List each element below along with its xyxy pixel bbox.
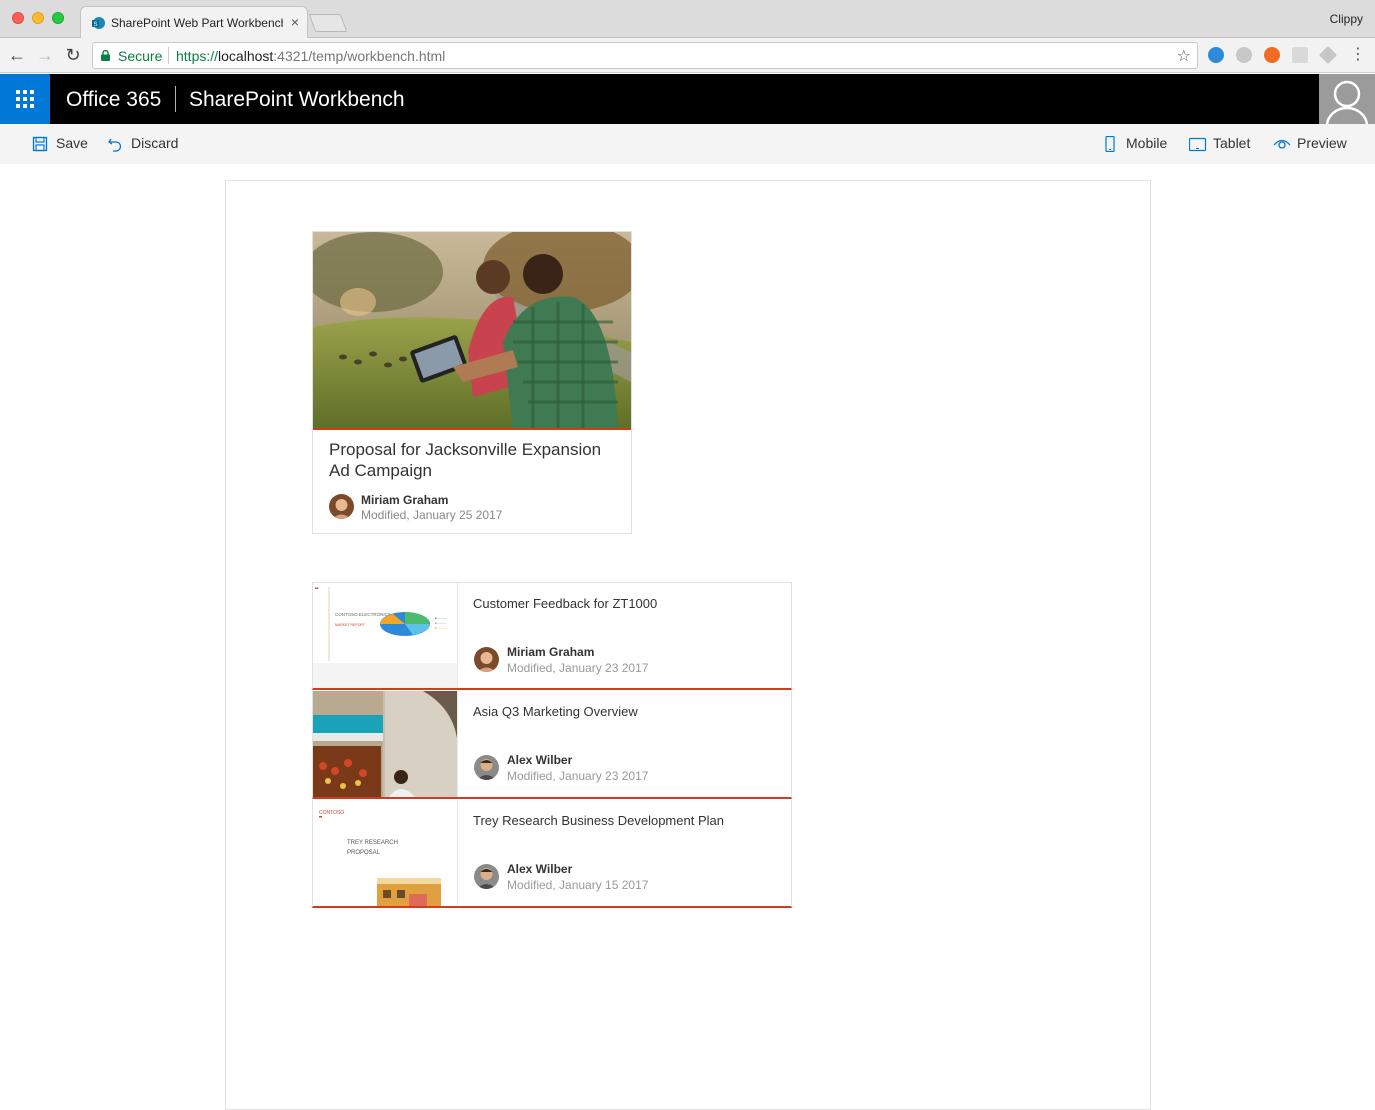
browser-profile-name[interactable]: Clippy <box>1330 12 1363 26</box>
thumb-text: CONTOSO ELECTRONICS <box>335 612 391 617</box>
browser-menu-icon[interactable]: ⋮ <box>1350 46 1366 64</box>
document-preview-image <box>313 232 631 430</box>
document-thumbnail <box>313 691 458 797</box>
drive-extension-icon[interactable] <box>1318 45 1338 65</box>
svg-text:PROPOSAL: PROPOSAL <box>347 850 381 856</box>
modified-date: Modified, January 23 2017 <box>507 769 649 783</box>
compact-document-card[interactable]: ■■ CONTOSO ELECTRONICS MARKET REPORT ■ ─… <box>312 582 792 690</box>
address-bar[interactable]: Secure https://localhost:4321/temp/workb… <box>92 42 1198 69</box>
modified-date: Modified, January 23 2017 <box>507 661 649 675</box>
user-placeholder-icon <box>1325 80 1369 124</box>
app-launcher-waffle-icon[interactable] <box>0 74 50 124</box>
author-avatar <box>474 755 499 780</box>
forward-button[interactable]: → <box>34 44 56 66</box>
compact-document-card[interactable]: CONTOSO TREY RESEARCH PROPOSAL Trey Rese… <box>312 800 792 908</box>
secure-label: Secure <box>118 48 163 64</box>
reload-button[interactable]: ↻ <box>62 44 84 66</box>
browser-tab-active[interactable]: S SharePoint Web Part Workbench × <box>80 6 308 39</box>
new-tab-button[interactable] <box>308 14 348 32</box>
url-separator <box>168 47 169 64</box>
app-title: SharePoint Workbench <box>189 88 405 111</box>
sharepoint-favicon-icon: S <box>92 17 105 29</box>
compact-card-title[interactable]: Trey Research Business Development Plan <box>473 813 724 828</box>
save-label: Save <box>56 135 88 151</box>
author-avatar <box>329 494 354 519</box>
bookmark-star-icon[interactable]: ☆ <box>1177 46 1191 66</box>
thumb-subtext: MARKET REPORT <box>335 623 366 627</box>
undo-icon <box>108 138 122 152</box>
document-thumbnail: ■■ CONTOSO ELECTRONICS MARKET REPORT ■ ─… <box>313 583 458 688</box>
url-host: localhost <box>218 48 274 64</box>
discard-label: Discard <box>131 135 179 151</box>
compact-document-card[interactable]: Asia Q3 Marketing Overview Alex Wilber M… <box>312 691 792 799</box>
svg-text:■ ────: ■ ──── <box>435 621 447 625</box>
author-name: Alex Wilber <box>507 862 573 876</box>
author-name: Miriam Graham <box>507 645 595 659</box>
modified-date: Modified, January 15 2017 <box>507 878 649 892</box>
svg-text:■ ────: ■ ──── <box>435 616 447 620</box>
svg-text:■■: ■■ <box>315 586 319 590</box>
zoom-window-button[interactable] <box>52 12 64 24</box>
document-title[interactable]: Proposal for Jacksonville Expansion Ad C… <box>329 439 619 481</box>
url-path: :4321/temp/workbench.html <box>273 48 446 64</box>
suite-bar: Office 365 SharePoint Workbench <box>0 74 1375 124</box>
office-365-brand[interactable]: Office 365 <box>66 88 161 112</box>
browser-tab-bar: S SharePoint Web Part Workbench × Clippy <box>0 0 1375 39</box>
tab-title: SharePoint Web Part Workbench <box>111 16 283 30</box>
document-card[interactable]: Proposal for Jacksonville Expansion Ad C… <box>312 231 632 534</box>
tablet-icon <box>1189 137 1207 152</box>
preview-label: Preview <box>1297 135 1347 151</box>
compact-card-title[interactable]: Customer Feedback for ZT1000 <box>473 596 657 611</box>
author-name: Miriam Graham <box>361 493 449 507</box>
grid-extension-icon[interactable] <box>1292 47 1308 63</box>
lock-icon <box>101 50 110 61</box>
modified-date: Modified, January 25 2017 <box>361 508 503 522</box>
close-window-button[interactable] <box>12 12 24 24</box>
mobile-label: Mobile <box>1126 135 1168 151</box>
globe-extension-icon[interactable] <box>1208 47 1224 63</box>
tab-close-icon[interactable]: × <box>291 14 299 30</box>
tablet-label: Tablet <box>1213 135 1251 151</box>
orange-extension-icon[interactable] <box>1264 47 1280 63</box>
back-button[interactable]: ← <box>6 44 28 66</box>
svg-text:S: S <box>94 22 98 28</box>
minimize-window-button[interactable] <box>32 12 44 24</box>
user-avatar[interactable] <box>1319 74 1375 124</box>
svg-text:TREY RESEARCH: TREY RESEARCH <box>347 840 398 846</box>
brand-divider <box>175 86 176 112</box>
save-disk-icon <box>32 136 48 152</box>
angular-extension-icon[interactable] <box>1236 47 1252 63</box>
eye-preview-icon <box>1273 139 1291 149</box>
author-avatar <box>474 647 499 672</box>
svg-text:■ ────: ■ ──── <box>435 626 447 630</box>
url-text[interactable]: https://localhost:4321/temp/workbench.ht… <box>176 48 445 64</box>
url-scheme: https:// <box>176 48 219 64</box>
browser-toolbar: ← → ↻ Secure https://localhost:4321/temp… <box>0 38 1375 73</box>
thumb-brand: CONTOSO <box>319 810 344 816</box>
mobile-phone-icon <box>1105 136 1115 152</box>
document-thumbnail: CONTOSO TREY RESEARCH PROPOSAL <box>313 800 458 906</box>
author-name: Alex Wilber <box>507 753 573 767</box>
author-avatar <box>474 864 499 889</box>
compact-card-title[interactable]: Asia Q3 Marketing Overview <box>473 704 638 719</box>
command-bar: Save Discard Mobile Tablet Preview <box>0 124 1375 164</box>
